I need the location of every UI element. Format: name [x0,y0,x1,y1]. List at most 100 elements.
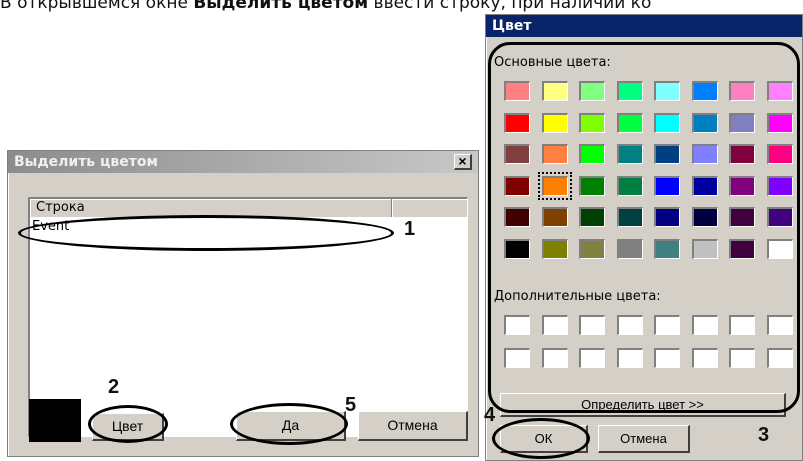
basic-color-swatch[interactable] [766,144,793,164]
basic-color-swatch[interactable] [691,238,718,259]
color-dialog-title: Цвет [492,18,532,34]
basic-color-swatch[interactable] [616,207,643,227]
custom-color-swatch[interactable] [729,315,755,335]
basic-color-swatch[interactable] [766,175,793,196]
ok-button-label: Да [281,417,300,433]
basic-color-swatch[interactable] [541,81,568,101]
highlight-dialog-title: Выделить цветом [14,154,158,170]
basic-color-swatch[interactable] [654,112,680,133]
custom-color-swatch[interactable] [579,315,605,335]
custom-color-swatch[interactable] [579,348,605,368]
basic-color-swatch[interactable] [504,238,530,259]
basic-color-swatch[interactable] [616,238,643,259]
basic-color-swatch[interactable] [691,81,718,101]
basic-color-swatch[interactable] [616,81,643,101]
basic-color-swatch[interactable] [579,207,605,227]
custom-color-swatch[interactable] [654,348,680,368]
column-header-string[interactable]: Строка [30,199,392,217]
highlight-dialog: Выделить цветом × Строка Event Цвет Да О… [7,150,479,457]
basic-color-swatch[interactable] [691,112,718,133]
basic-color-swatch[interactable] [504,207,530,227]
column-header-label: Строка [36,200,85,215]
basic-color-swatch[interactable] [729,175,755,196]
basic-color-swatch[interactable] [766,238,793,259]
basic-color-swatch[interactable] [579,112,605,133]
basic-color-swatch[interactable] [541,238,568,259]
annotation-number-1: 1 [404,218,416,240]
column-header-empty[interactable] [392,199,467,217]
color-cancel-button-label: Отмена [620,431,667,446]
close-icon: × [458,153,467,169]
basic-color-swatch[interactable] [579,144,605,164]
custom-color-swatch[interactable] [729,348,755,368]
basic-color-swatch[interactable] [579,81,605,101]
basic-color-swatch[interactable] [691,175,718,196]
basic-color-swatch[interactable] [504,144,530,164]
basic-color-swatch[interactable] [537,171,572,200]
custom-color-swatch[interactable] [616,315,643,335]
basic-color-swatch[interactable] [504,112,530,133]
custom-color-swatch[interactable] [504,348,530,368]
custom-color-swatch[interactable] [654,315,680,335]
custom-color-swatch[interactable] [541,315,568,335]
custom-color-swatch[interactable] [766,315,793,335]
basic-color-swatch[interactable] [766,81,793,101]
color-dialog: Цвет Основные цвета: Дополнительные цвет… [485,14,803,461]
basic-color-swatch[interactable] [541,144,568,164]
basic-color-swatch[interactable] [729,207,755,227]
custom-color-swatch[interactable] [766,348,793,368]
custom-color-swatch[interactable] [541,348,568,368]
basic-color-swatch[interactable] [766,207,793,227]
basic-color-swatch[interactable] [616,175,643,196]
basic-color-swatch[interactable] [616,144,643,164]
doc-text-bold: Выделить цветом [193,0,369,13]
custom-color-swatch[interactable] [691,315,718,335]
document-text: В открывшемся окне Выделить цветом ввест… [0,0,803,14]
define-color-button[interactable]: Определить цвет >> [500,393,786,417]
color-cancel-button[interactable]: Отмена [598,425,690,453]
annotation-number-2: 2 [108,376,120,398]
custom-color-swatch[interactable] [691,348,718,368]
color-ok-button[interactable]: ОК [500,425,588,453]
cancel-button-label: Отмена [387,417,438,433]
list-header: Строка [30,199,467,217]
basic-color-swatch[interactable] [691,207,718,227]
basic-color-swatch[interactable] [766,112,793,133]
highlight-dialog-titlebar: Выделить цветом [8,151,478,173]
basic-color-swatch[interactable] [654,144,680,164]
basic-color-swatch[interactable] [654,207,680,227]
basic-color-swatch[interactable] [729,112,755,133]
basic-color-swatch[interactable] [691,144,718,164]
basic-color-swatch[interactable] [541,207,568,227]
color-dialog-titlebar: Цвет [486,15,802,37]
define-color-button-label: Определить цвет >> [581,397,704,412]
annotation-number-3: 3 [758,424,770,446]
custom-color-swatch[interactable] [504,315,530,335]
current-color-swatch [29,399,81,442]
custom-colors-label: Дополнительные цвета: [494,289,661,304]
ok-button[interactable]: Да [236,411,346,441]
basic-color-swatch[interactable] [541,112,568,133]
basic-color-swatch[interactable] [579,175,605,196]
custom-color-swatch[interactable] [616,348,643,368]
cancel-button[interactable]: Отмена [358,411,468,441]
basic-color-swatch[interactable] [729,144,755,164]
annotation-number-5: 5 [345,394,357,416]
basic-color-swatch[interactable] [654,238,680,259]
basic-color-swatch[interactable] [504,175,530,196]
basic-color-swatch[interactable] [579,238,605,259]
color-ok-button-label: ОК [534,431,553,446]
basic-color-swatch[interactable] [654,81,680,101]
basic-color-swatch[interactable] [504,81,530,101]
list-item[interactable]: Event [32,219,69,235]
string-list[interactable]: Строка Event [28,197,468,437]
basic-color-swatch[interactable] [729,238,755,259]
basic-color-swatch[interactable] [729,81,755,101]
basic-colors-label: Основные цвета: [494,55,611,70]
annotation-number-4: 4 [484,404,496,426]
close-button[interactable]: × [454,154,472,170]
basic-color-swatch[interactable] [616,112,643,133]
color-button[interactable]: Цвет [92,413,164,441]
color-button-label: Цвет [111,418,144,434]
basic-color-swatch[interactable] [654,175,680,196]
